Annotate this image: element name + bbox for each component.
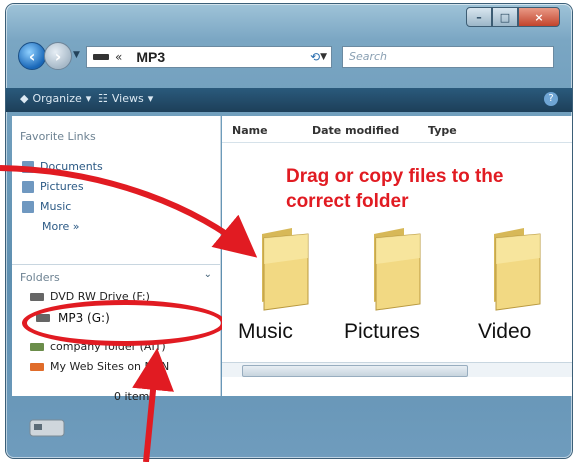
organize-button[interactable]: ◆ Organize ▾ xyxy=(20,92,91,105)
close-button[interactable]: × xyxy=(518,7,560,27)
horizontal-scrollbar[interactable] xyxy=(222,362,572,377)
back-button[interactable]: ‹ xyxy=(18,42,46,70)
music-icon xyxy=(22,200,34,213)
dvd-drive-icon xyxy=(30,292,44,301)
views-label: Views xyxy=(111,92,144,105)
folder-label-pictures: Pictures xyxy=(344,320,420,343)
address-bar[interactable]: « MP3 ▼ xyxy=(86,46,332,68)
favorite-links-heading: Favorite Links xyxy=(20,130,96,143)
documents-icon xyxy=(22,160,34,173)
organize-label: Organize xyxy=(32,92,82,105)
scrollbar-thumb[interactable] xyxy=(242,365,468,377)
favorite-music[interactable]: Music xyxy=(22,200,71,213)
tree-item-my-web-sites[interactable]: My Web Sites on MSN xyxy=(30,360,169,373)
drive-icon xyxy=(93,54,109,60)
highlight-ellipse xyxy=(22,300,226,346)
navigation-pane: Favorite Links Documents Pictures Music … xyxy=(12,116,221,396)
network-folder-icon xyxy=(30,342,44,351)
pictures-icon xyxy=(22,180,34,193)
folder-label-video: Video xyxy=(478,320,532,343)
chevron-down-icon[interactable]: ⌄ xyxy=(204,269,212,280)
maximize-button[interactable]: □ xyxy=(492,7,518,27)
minimize-button[interactable]: – xyxy=(466,7,492,27)
navigation-row: ‹ › ▼ « MP3 ▼ ⟲ Search xyxy=(6,38,572,74)
caption-buttons: – □ × xyxy=(466,7,560,27)
folder-icon xyxy=(494,228,541,311)
organize-icon: ◆ xyxy=(20,92,29,105)
search-input[interactable]: Search xyxy=(342,46,554,68)
folder-video[interactable] xyxy=(480,224,552,312)
folders-bar[interactable]: Folders ⌄ xyxy=(12,264,220,284)
forward-button[interactable]: › xyxy=(44,42,72,70)
more-link[interactable]: More » xyxy=(42,220,80,233)
command-toolbar: ◆ Organize ▾ ☷ Views ▾ ? xyxy=(6,88,572,112)
status-item-count: 0 items xyxy=(114,390,156,403)
help-icon[interactable]: ? xyxy=(544,92,558,106)
folder-icon xyxy=(374,228,421,311)
refresh-icon[interactable]: ⟲ xyxy=(310,50,320,64)
folder-pictures[interactable] xyxy=(360,224,432,312)
folder-icon xyxy=(262,228,309,311)
recent-pages-dropdown-icon[interactable]: ▼ xyxy=(73,50,80,60)
msn-icon xyxy=(30,362,44,371)
folder-music[interactable] xyxy=(248,224,320,312)
views-icon: ☷ xyxy=(98,92,108,105)
breadcrumb-chevron-icon[interactable]: « xyxy=(115,50,122,64)
explorer-window: – □ × ‹ › ▼ « MP3 ▼ ⟲ Search ◆ Organize … xyxy=(6,4,572,458)
chevron-down-icon: ▾ xyxy=(147,92,154,105)
file-list-pane: Name Date modified Type Drag or copy fil… xyxy=(222,116,572,396)
address-path[interactable]: MP3 xyxy=(136,49,165,65)
column-name[interactable]: Name xyxy=(232,124,268,137)
address-dropdown-icon[interactable]: ▼ xyxy=(320,52,327,62)
chevron-down-icon: ▾ xyxy=(85,92,92,105)
usb-drive-icon xyxy=(29,419,65,437)
folders-heading: Folders xyxy=(20,271,60,284)
favorite-pictures[interactable]: Pictures xyxy=(22,180,84,193)
column-date-modified[interactable]: Date modified xyxy=(312,124,399,137)
column-type[interactable]: Type xyxy=(428,124,457,137)
folder-label-music: Music xyxy=(238,320,293,343)
instruction-text: Drag or copy files to the correct folder xyxy=(286,166,504,212)
views-button[interactable]: ☷ Views ▾ xyxy=(98,92,153,105)
favorite-documents[interactable]: Documents xyxy=(22,160,103,173)
